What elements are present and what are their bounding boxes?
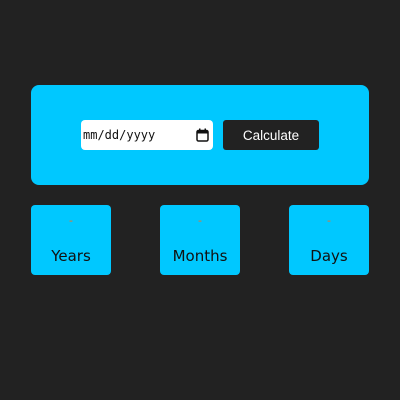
birth-date-input[interactable]: mm/dd/yyyy [81, 120, 213, 150]
months-card: - Months [160, 205, 240, 275]
days-card: - Days [289, 205, 369, 275]
calculate-button[interactable]: Calculate [223, 120, 319, 150]
calendar-icon[interactable] [195, 128, 209, 142]
calculator-panel: mm/dd/yyyy Calculate [31, 85, 369, 185]
years-card: - Years [31, 205, 111, 275]
months-label: Months [172, 247, 228, 265]
days-value: - [327, 214, 331, 227]
years-label: Years [51, 247, 91, 265]
date-input-placeholder: mm/dd/yyyy [83, 128, 156, 142]
months-value: - [198, 214, 202, 227]
years-value: - [69, 214, 73, 227]
days-label: Days [310, 247, 348, 265]
